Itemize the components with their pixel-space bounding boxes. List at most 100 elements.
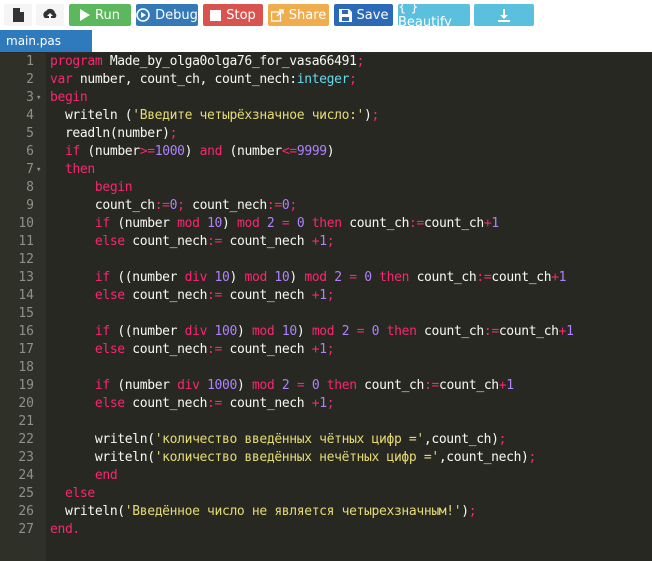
line-number: 21 — [18, 414, 34, 429]
upload-button[interactable] — [36, 4, 64, 26]
code-area[interactable]: program Made_by_olga0olga76_for_vasa6649… — [46, 53, 652, 561]
code-line[interactable]: writeln('Введённое число не является чет… — [50, 503, 477, 521]
line-number-gutter: 1 2 3 ▾ 4 5 6 7 ▾ 8 9 10 11 12 13 14 15 16 17 18 19 20 21 22 23 2… — [0, 53, 46, 561]
share-label: Share — [288, 7, 327, 23]
save-button[interactable]: Save — [334, 4, 393, 26]
line-number: 8 — [26, 180, 34, 195]
code-line[interactable]: var number, count_ch, count_nech:integer… — [50, 71, 357, 89]
code-line[interactable]: if (number mod 10) mod 2 = 0 then count_… — [50, 215, 499, 233]
toolbar: Run Debug Stop Share Save { } Beautify — [0, 0, 652, 30]
code-line[interactable]: end — [50, 467, 118, 485]
stop-label: Stop — [226, 7, 256, 23]
code-token: if — [64, 144, 80, 159]
debug-button[interactable]: Debug — [136, 4, 198, 26]
share-button[interactable]: Share — [268, 4, 329, 26]
code-token: ) — [461, 504, 469, 519]
tab-main-pas[interactable]: main.pas — [0, 30, 92, 52]
code-line[interactable]: writeln ('Введите четырёхзначное число:'… — [50, 107, 379, 125]
code-line[interactable]: writeln('количество введённых нечётных ц… — [50, 449, 537, 467]
download-button[interactable] — [474, 4, 534, 26]
code-token: number, count_ch, count_nech: — [72, 72, 297, 87]
code-line[interactable]: else count_nech:= count_nech +1; — [50, 233, 335, 251]
code-token: 'Введите четырёхзначное число:' — [132, 108, 365, 123]
code-editor[interactable]: 1 2 3 ▾ 4 5 6 7 ▾ 8 9 10 11 12 13 14 15 16 17 18 19 20 21 22 23 2… — [0, 53, 652, 561]
code-token: := — [207, 342, 223, 357]
code-line[interactable]: begin — [50, 179, 133, 197]
code-token: := — [409, 216, 425, 231]
code-line[interactable]: then — [50, 161, 95, 179]
line-number: 13 — [18, 270, 34, 285]
line-number: 11 — [18, 234, 34, 249]
share-icon — [270, 8, 284, 22]
code-token: ) — [364, 108, 372, 123]
code-token: count_nech — [124, 288, 208, 303]
beautify-button[interactable]: { } Beautify — [398, 0, 470, 30]
code-line[interactable]: writeln('количество введённых чётных циф… — [50, 431, 507, 449]
code-token: count_ch — [416, 324, 484, 339]
code-token: then — [326, 378, 357, 393]
code-token: 2 — [334, 270, 342, 285]
code-token: else — [94, 288, 125, 303]
code-token: then — [64, 162, 95, 177]
code-line[interactable]: program Made_by_olga0olga76_for_vasa6649… — [50, 53, 364, 71]
line-number: 9 — [26, 198, 34, 213]
save-icon — [338, 8, 352, 22]
code-line[interactable]: readln(number); — [50, 125, 178, 143]
code-token: count_ch — [491, 270, 552, 285]
line-number: 17 — [18, 342, 34, 357]
code-line[interactable]: else count_nech:= count_nech +1; — [50, 341, 335, 359]
code-token: ) — [289, 270, 305, 285]
code-token: count_ch — [356, 378, 424, 393]
code-token: ) — [229, 270, 245, 285]
code-token: ; — [528, 450, 537, 465]
code-token: ; — [468, 504, 477, 519]
code-token: 'количество введённых чётных цифр =' — [154, 432, 425, 447]
fold-toggle-icon[interactable]: ▾ — [36, 161, 44, 179]
code-token: := — [207, 396, 223, 411]
code-token: 10 — [214, 270, 230, 285]
code-token: 1 — [319, 288, 327, 303]
save-label: Save — [356, 7, 389, 23]
code-token: count_nech — [184, 198, 267, 213]
code-token: then — [386, 324, 417, 339]
code-line[interactable]: count_ch:=0; count_nech:=0; — [50, 197, 297, 215]
code-token: <= — [281, 144, 297, 159]
code-token: ; — [289, 198, 297, 213]
line-number: 16 — [18, 324, 34, 339]
code-token: ; — [498, 432, 507, 447]
code-token: var — [50, 72, 73, 87]
code-token: mod — [237, 216, 260, 231]
fold-toggle-icon[interactable]: ▾ — [36, 89, 44, 107]
code-line[interactable]: begin — [50, 89, 88, 107]
code-token: := — [483, 324, 499, 339]
code-line[interactable]: else count_nech:= count_nech +1; — [50, 287, 335, 305]
new-file-button[interactable] — [4, 4, 32, 26]
code-token: count_nech — [222, 234, 312, 249]
code-token: := — [476, 270, 492, 285]
code-line[interactable]: else count_nech:= count_nech +1; — [50, 395, 335, 413]
code-line[interactable]: if (number div 1000) mod 2 = 0 then coun… — [50, 377, 514, 395]
code-token: ; — [371, 108, 380, 123]
code-line[interactable]: else — [50, 485, 95, 503]
stop-button[interactable]: Stop — [203, 4, 263, 26]
code-line[interactable]: if ((number div 10) mod 10) mod 2 = 0 th… — [50, 269, 567, 287]
code-token: div — [184, 270, 208, 285]
code-line[interactable]: if (number>=1000) and (number<=9999) — [50, 143, 335, 161]
line-number: 7 — [26, 162, 34, 177]
code-line[interactable]: end. — [50, 521, 80, 539]
code-token: else — [94, 342, 125, 357]
code-token: mod — [244, 270, 267, 285]
debug-icon — [136, 8, 150, 22]
run-button[interactable]: Run — [69, 4, 131, 26]
code-line[interactable]: if ((number div 100) mod 10) mod 2 = 0 t… — [50, 323, 574, 341]
new-file-icon — [12, 8, 24, 22]
